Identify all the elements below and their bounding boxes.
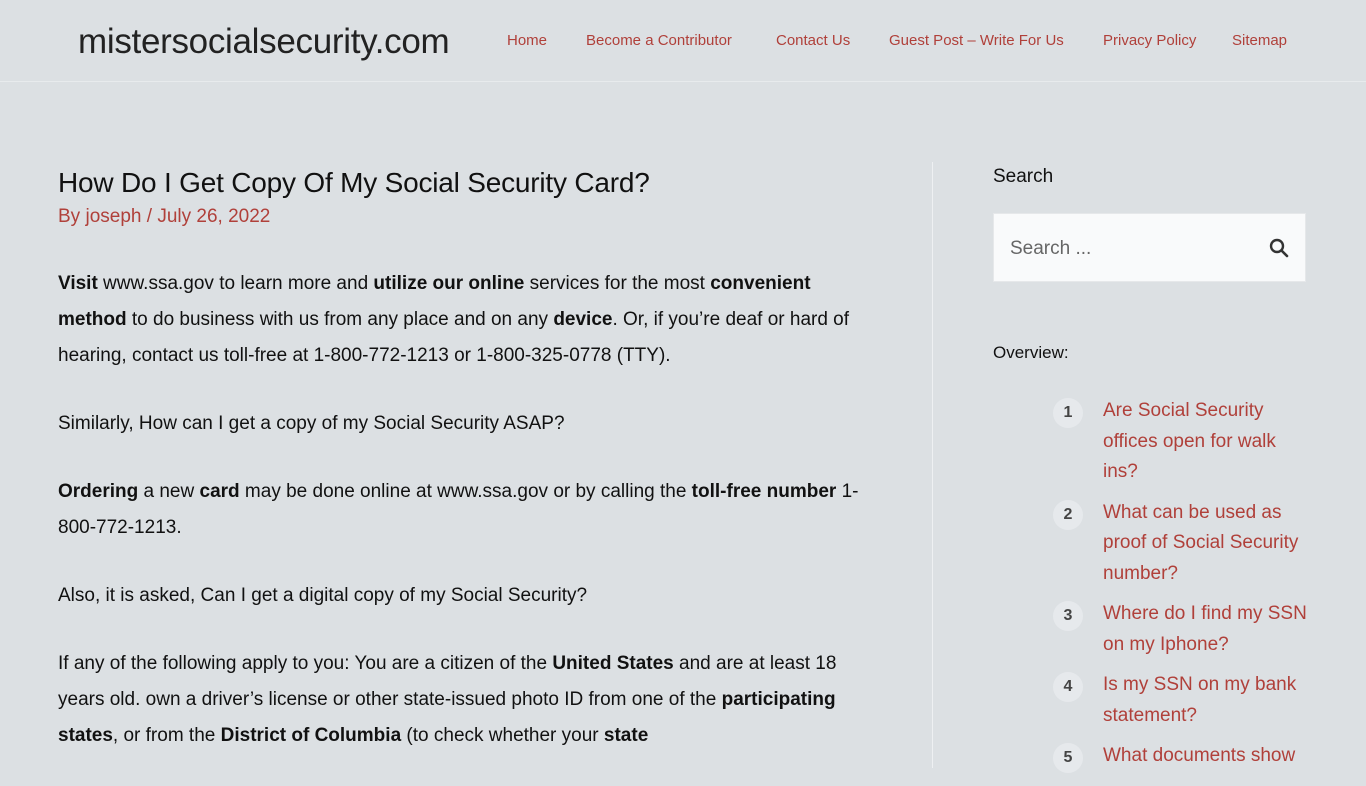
bold-text: District of Columbia [220,725,402,746]
paragraph: Visit www.ssa.gov to learn more and util… [58,266,878,374]
paragraph: Similarly, How can I get a copy of my So… [58,406,878,442]
toc-number-badge: 2 [1053,499,1083,530]
paragraph: Ordering a new card may be done online a… [58,474,878,546]
paragraph: If any of the following apply to you: Yo… [58,646,878,754]
nav-sitemap[interactable]: Sitemap [1232,32,1287,49]
nav-home[interactable]: Home [507,32,547,49]
nav-guest-post[interactable]: Guest Post – Write For Us [889,32,1064,49]
bold-text: state [603,725,649,746]
column-divider [932,162,933,768]
bold-text: device [553,309,613,330]
site-header: mistersocialsecurity.com Home Become a C… [0,0,1366,82]
toc-item: 5 What documents show [1053,741,1313,773]
toc-number-badge: 4 [1053,672,1083,702]
text-run: If any of the following apply to you: Yo… [58,653,553,674]
toc-item: 1 Are Social Security offices open for wa… [1053,396,1313,488]
table-of-contents: 1 Are Social Security offices open for wa… [1053,396,1313,782]
bold-text: utilize our online [373,273,525,294]
bold-text: card [199,481,240,502]
search-input[interactable] [1008,214,1252,283]
toc-link[interactable]: What documents show [1103,741,1313,772]
search-form [993,213,1306,283]
post-content: Visit www.ssa.gov to learn more and util… [58,266,878,754]
text-run: a new [138,481,200,502]
overview-label: Overview: [993,343,1069,362]
meta-separator: / [146,206,153,227]
toc-number-badge: 5 [1053,743,1083,773]
post-title: How Do I Get Copy Of My Social Security … [58,167,650,198]
sidebar: Search Overview: 1Are Social Security of… [993,166,1307,773]
paragraph: Also, it is asked, Can I get a digital c… [58,578,878,614]
text-run: may be done online at www.ssa.gov or by … [239,481,692,502]
text-run: , or from the [112,725,221,746]
bold-text: Visit [58,273,98,294]
text-run: (to check whether your [401,725,604,746]
text-run: Similarly, How can I get a copy of my So… [58,413,565,434]
nav-contact-us[interactable]: Contact Us [776,32,850,49]
article: How Do I Get Copy Of My Social Security … [58,164,878,786]
bold-text: United States [552,653,674,674]
nav-privacy-policy[interactable]: Privacy Policy [1103,32,1196,49]
author-link[interactable]: joseph [85,206,141,227]
toc-link[interactable]: Where do I find my SSN on my Iphone? [1103,599,1313,660]
site-title-link[interactable]: mistersocialsecurity.com [78,22,450,62]
bold-text: Ordering [58,481,139,502]
bold-text: toll-free number [691,481,837,502]
toc-number-badge: 3 [1053,601,1083,631]
toc-item: 4 Is my SSN on my bank statement? [1053,670,1313,731]
post-meta: By joseph / July 26, 2022 [58,206,878,228]
text-run: to do business with us from any place an… [126,309,554,330]
text-run: www.ssa.gov to learn more and [97,273,374,294]
toc-link[interactable]: Are Social Security offices open for wal… [1103,396,1313,488]
search-widget-title: Search [993,166,1054,187]
toc-item: 2 What can be used as proof of Social Sec… [1053,498,1313,590]
search-button[interactable] [1267,236,1291,260]
search-icon [1269,238,1289,258]
toc-item: 3 Where do I find my SSN on my Iphone? [1053,599,1313,660]
toc-link[interactable]: Is my SSN on my bank statement? [1103,670,1313,731]
nav-become-contributor[interactable]: Become a Contributor [586,32,732,49]
text-run: Also, it is asked, Can I get a digital c… [58,585,588,606]
post-date: July 26, 2022 [157,206,271,227]
text-run: services for the most [524,273,711,294]
toc-link[interactable]: What can be used as proof of Social Secu… [1103,498,1313,590]
toc-number-badge: 1 [1053,398,1083,428]
meta-by: By [58,206,81,227]
